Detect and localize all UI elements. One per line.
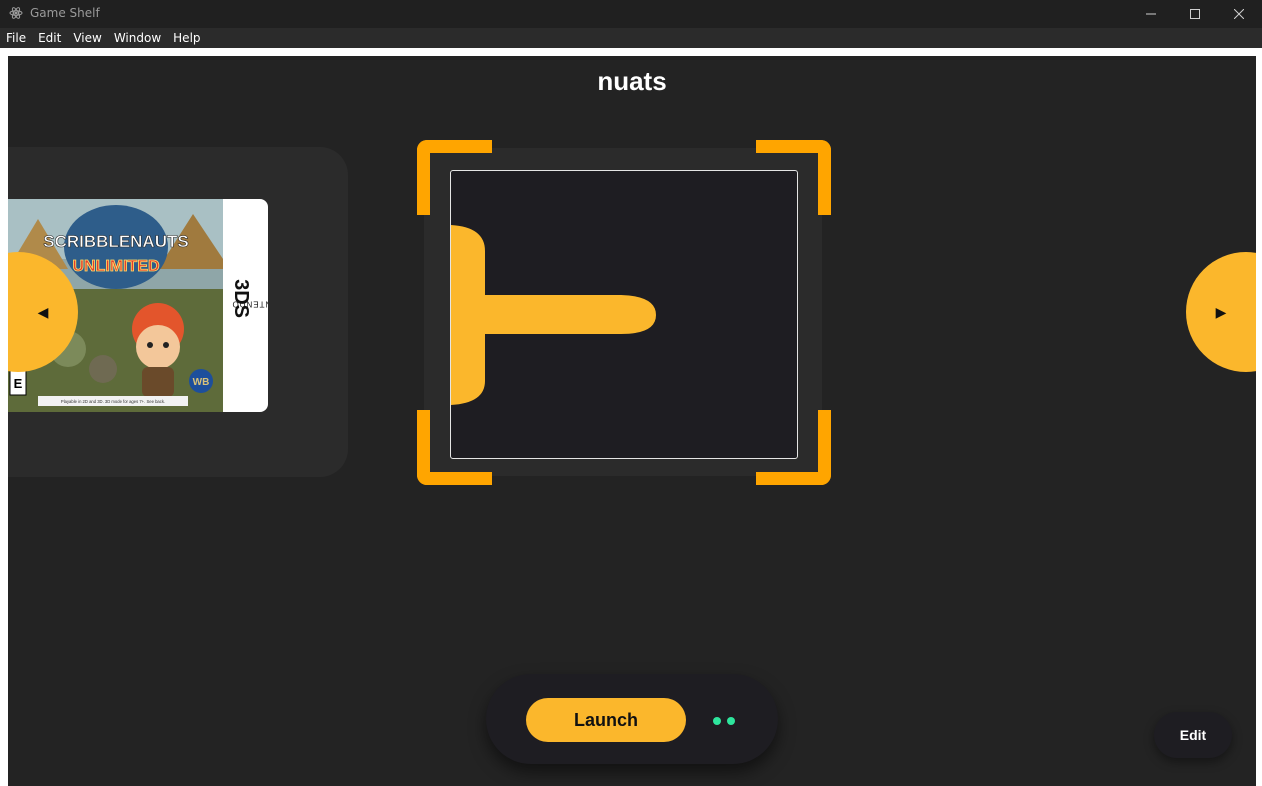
focus-corner-top-right [756, 140, 831, 215]
menu-bar: File Edit View Window Help [0, 28, 1262, 48]
title-bar: Game Shelf [0, 0, 1262, 28]
missing-cover-placeholder [450, 170, 798, 459]
cover-caption: Playable in 2D and 3D. 3D mode for ages … [61, 399, 165, 404]
next-game-button[interactable]: ▶ [1186, 252, 1256, 372]
electron-app-icon [9, 7, 23, 19]
maximize-button[interactable] [1172, 0, 1218, 28]
menu-file[interactable]: File [0, 28, 32, 48]
minimize-button[interactable] [1128, 0, 1174, 28]
spine-platform-large: 3DS [230, 278, 252, 318]
spine-platform-small: NINTENDO [231, 299, 268, 308]
window-title: Game Shelf [30, 6, 100, 20]
missing-cover-graphic [451, 225, 656, 405]
menu-window[interactable]: Window [108, 28, 167, 48]
cover-publisher: WB [193, 377, 210, 388]
menu-help[interactable]: Help [167, 28, 206, 48]
chevron-left-icon: ◀ [37, 304, 49, 320]
minimize-icon [1146, 13, 1156, 15]
cover-title-line1: SCRIBBLENAUTS [43, 232, 188, 251]
focus-corner-bottom-right [756, 410, 831, 485]
focus-corner-bottom-left [417, 410, 492, 485]
maximize-icon [1190, 9, 1200, 19]
close-button[interactable] [1216, 0, 1262, 28]
cover-rating: E [14, 376, 23, 391]
cover-spine: NINTENDO3DS [222, 199, 268, 412]
menu-edit[interactable]: Edit [32, 28, 67, 48]
chevron-right-icon: ▶ [1215, 304, 1227, 320]
game-shelf-view: nuats SCRIBBLENAUTS UNLIMITED E WB Playa… [8, 56, 1256, 786]
launch-button[interactable]: Launch [526, 698, 686, 742]
status-indicator-dot [727, 717, 735, 725]
cover-title-line2: UNLIMITED [72, 258, 159, 275]
focus-corner-top-left [417, 140, 492, 215]
selected-game-title: nuats [597, 66, 667, 96]
menu-view[interactable]: View [67, 28, 107, 48]
launch-bar: Launch [486, 674, 778, 764]
status-indicator-dot [713, 717, 721, 725]
edit-button[interactable]: Edit [1154, 712, 1232, 758]
close-icon [1234, 9, 1244, 19]
